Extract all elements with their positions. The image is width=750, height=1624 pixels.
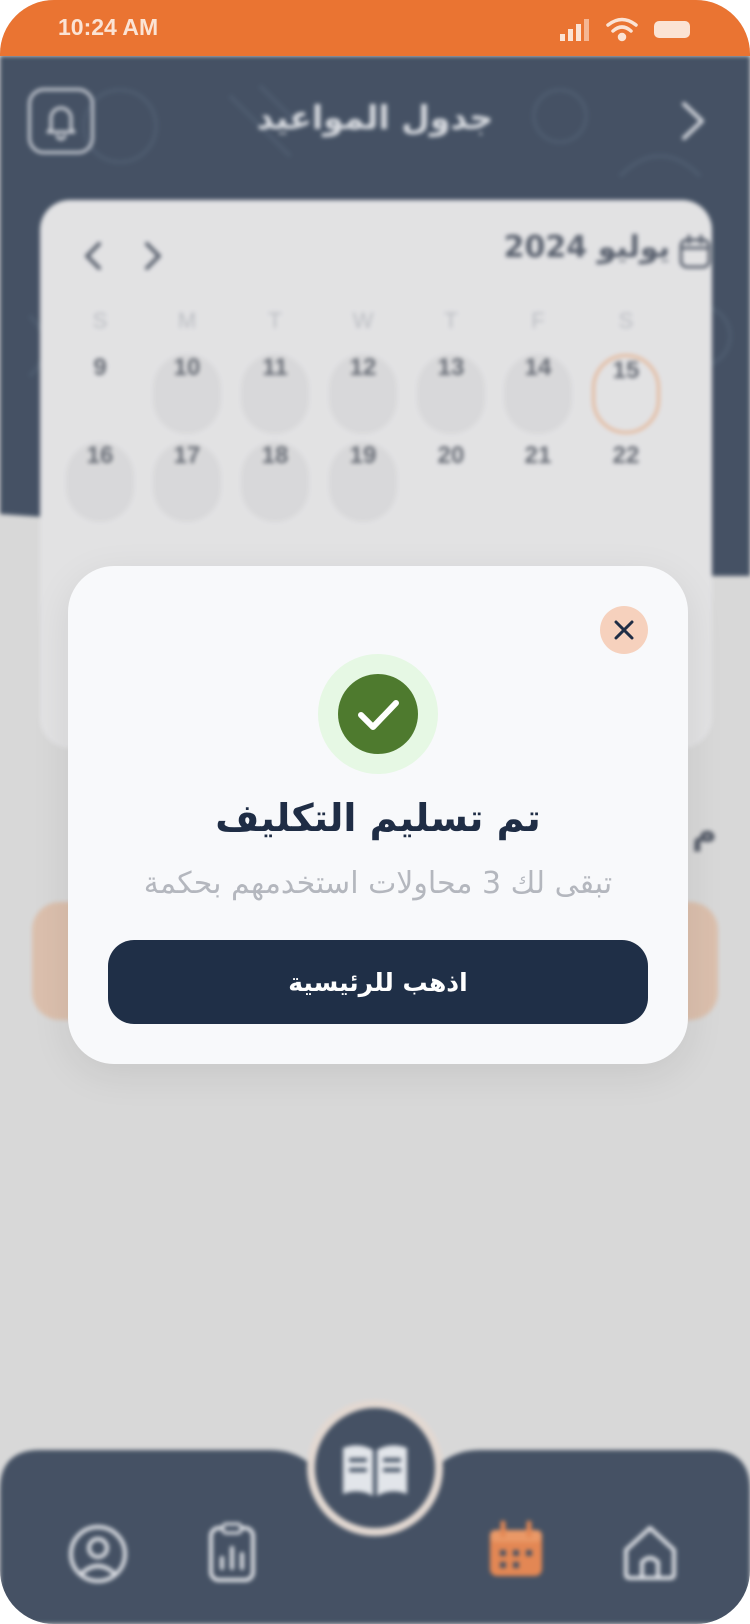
dialog-subtitle: تبقى لك 3 محاولات استخدمهم بحكمة (143, 866, 613, 901)
close-icon (614, 620, 634, 640)
success-badge (318, 654, 438, 774)
check-icon (358, 700, 399, 730)
status-bar: 10:24 AM (0, 0, 750, 56)
wifi-icon (606, 17, 638, 42)
status-icons (560, 17, 690, 42)
close-button[interactable] (600, 606, 648, 654)
success-dialog: تم تسليم التكليف تبقى لك 3 محاولات استخد… (68, 566, 688, 1064)
go-home-button[interactable]: اذهب للرئيسية (108, 940, 648, 1024)
battery-icon (654, 21, 690, 38)
status-time: 10:24 AM (58, 14, 159, 40)
dialog-title: تم تسليم التكليف (215, 796, 541, 840)
phone-screen: جدول المواعيد يوليو 2024 S M T W T F S 9… (0, 0, 750, 1624)
success-badge-core (338, 674, 418, 754)
signal-icon (560, 19, 589, 41)
